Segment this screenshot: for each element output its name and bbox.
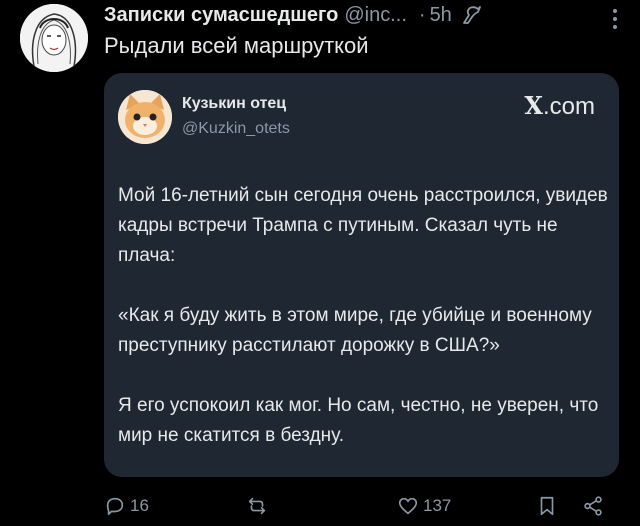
reply-button[interactable]: 16: [104, 495, 149, 517]
author-name[interactable]: Записки сумасшедшего: [104, 4, 338, 27]
quoted-paragraph: Я его успокоил как мог. Но сам, честно, …: [118, 395, 599, 446]
quoted-author-avatar[interactable]: [118, 90, 172, 144]
more-options-icon[interactable]: [612, 8, 618, 30]
quoted-paragraph: «Как я буду жить в этом мире, где убийце…: [118, 305, 592, 356]
source-label: X.com: [524, 91, 595, 121]
quoted-post-card[interactable]: Кузькин отец @Kuzkin_otets X.com Мой 16-…: [104, 73, 619, 477]
quoted-post-body: Мой 16-летний сын сегодня очень расстрои…: [118, 181, 608, 451]
reply-icon: [106, 497, 124, 516]
like-button[interactable]: 137: [397, 495, 451, 517]
like-count: 137: [423, 496, 452, 515]
heart-icon: [398, 497, 418, 515]
author-avatar[interactable]: [20, 4, 88, 72]
action-bar: 16 137: [104, 495, 619, 525]
quoted-author-handle[interactable]: @Kuzkin_otets: [182, 120, 290, 138]
tweet-text: Рыдали всей маршруткой: [104, 33, 369, 58]
x-logo-icon: X: [524, 91, 543, 120]
tweet-header: Записки сумасшедшего @inc... · 5h: [104, 2, 620, 28]
quoted-author-name[interactable]: Кузькин отец: [182, 95, 286, 113]
repost-button[interactable]: [246, 495, 268, 517]
post-time[interactable]: 5h: [430, 4, 452, 27]
bookmark-button[interactable]: [536, 495, 558, 517]
time-separator: ·: [418, 3, 426, 26]
reply-count: 16: [130, 496, 149, 515]
bookmark-icon: [540, 496, 554, 516]
repost-icon: [248, 497, 266, 515]
author-handle[interactable]: @inc...: [344, 4, 407, 27]
share-icon: [584, 496, 602, 516]
source-domain: .com: [542, 93, 595, 120]
ostrich-icon: [460, 3, 484, 27]
share-button[interactable]: [582, 495, 604, 517]
quoted-paragraph: Мой 16-летний сын сегодня очень расстрои…: [118, 185, 608, 266]
